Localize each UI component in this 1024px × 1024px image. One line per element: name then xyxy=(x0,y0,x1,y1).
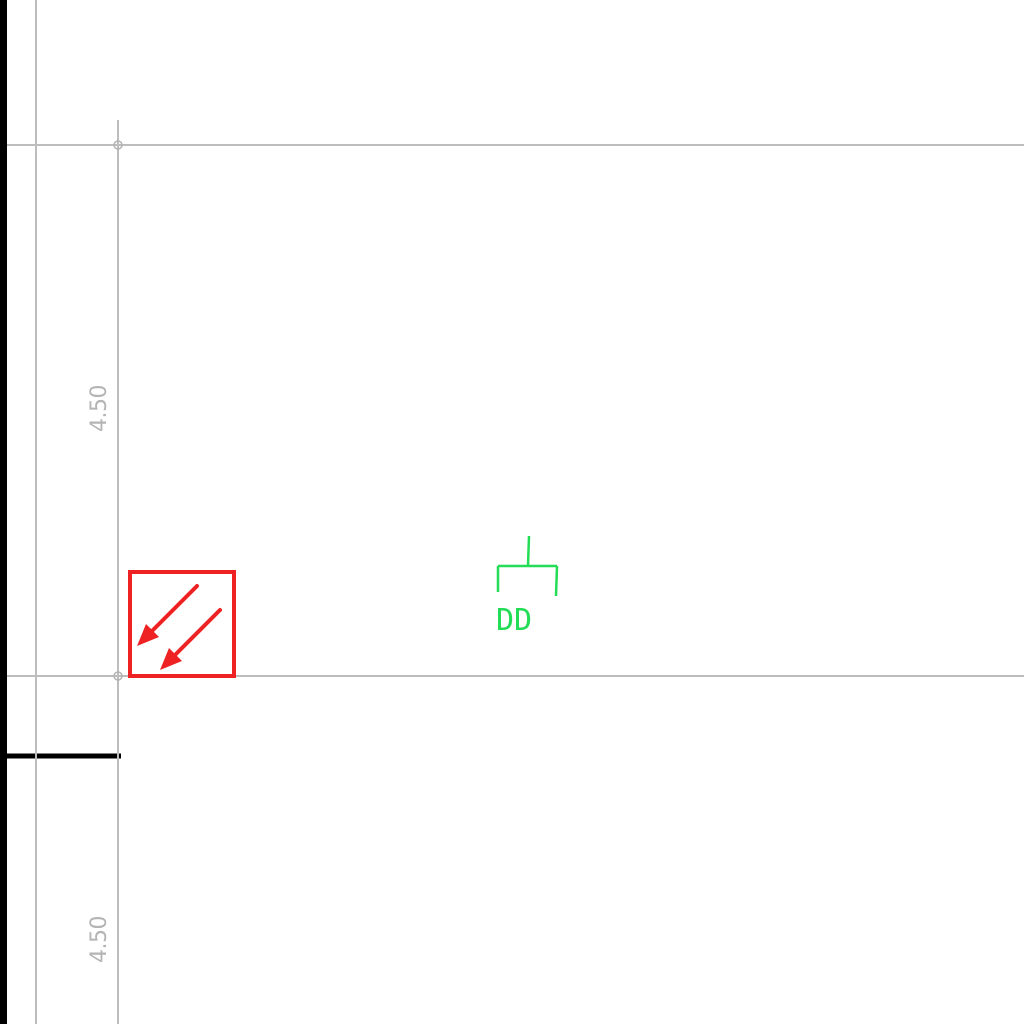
fixture-symbol-icon[interactable] xyxy=(496,535,559,597)
dimension-label-upper: 4.50 xyxy=(87,385,112,432)
drawing-canvas: 4.50 4.50 DD xyxy=(0,0,1024,1024)
dimension-label-lower: 4.50 xyxy=(87,916,112,963)
fixture-label: DD xyxy=(496,603,532,638)
wall-vertical xyxy=(0,0,7,1024)
double-arrow-icon[interactable] xyxy=(128,570,236,678)
